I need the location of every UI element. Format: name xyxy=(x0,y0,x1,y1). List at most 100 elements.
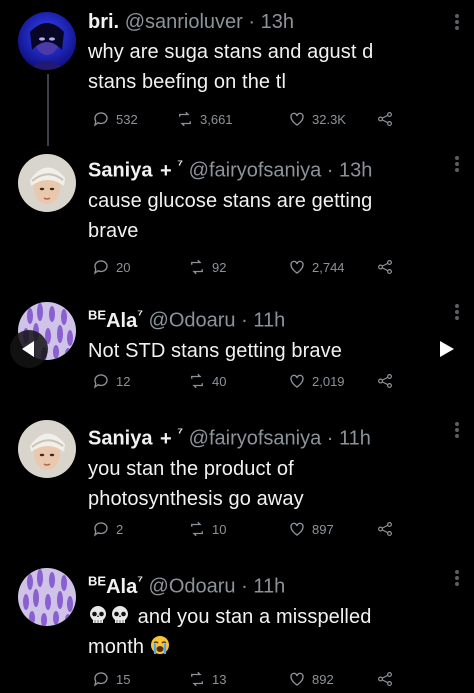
next-arrow-button[interactable] xyxy=(428,330,466,368)
reply-button[interactable]: 2 xyxy=(92,520,123,538)
reply-count: 15 xyxy=(116,671,131,687)
tweet-text-line-with-emoji: and you stan a misspelled xyxy=(88,602,446,632)
like-count: 2,744 xyxy=(312,259,345,275)
heart-icon xyxy=(290,260,304,274)
thread-connector xyxy=(47,74,49,146)
loudly-crying-emoji xyxy=(150,635,169,654)
tweet-header: Saniya + ⁷ @fairyofsaniya · 13h xyxy=(88,152,446,183)
tweet-text-line: Not STD stans getting brave xyxy=(88,339,342,362)
retweet-count: 40 xyxy=(212,373,227,389)
tweet-text-line: cause glucose stans are getting xyxy=(88,189,373,212)
user-handle[interactable]: @fairyofsaniya xyxy=(189,428,322,450)
retweet-button[interactable]: 10 xyxy=(188,520,226,538)
avatar-image xyxy=(18,568,76,626)
more-options-icon[interactable] xyxy=(454,14,460,34)
share-button[interactable] xyxy=(376,670,394,688)
separator: · xyxy=(326,159,334,182)
retweet-button[interactable]: 13 xyxy=(188,670,226,688)
more-options-icon[interactable] xyxy=(454,422,460,442)
share-icon xyxy=(378,260,392,274)
like-button[interactable]: 892 xyxy=(288,670,334,688)
name-prefix: BE xyxy=(88,573,107,588)
heart-icon xyxy=(290,522,304,536)
tweet-header: Saniya + ⁷ @fairyofsaniya · 11h xyxy=(88,420,446,451)
like-button[interactable]: 897 xyxy=(288,520,334,538)
display-name[interactable]: BEAla xyxy=(88,573,138,598)
retweet-button[interactable]: 3,661 xyxy=(176,110,233,128)
retweet-count: 13 xyxy=(212,671,227,687)
share-button[interactable] xyxy=(376,258,394,276)
more-options-icon[interactable] xyxy=(454,570,460,590)
user-handle[interactable]: @fairyofsaniya xyxy=(189,160,322,182)
retweet-button[interactable]: 92 xyxy=(188,258,226,276)
tweet-actions: 2 10 897 xyxy=(92,520,402,542)
share-button[interactable] xyxy=(376,110,394,128)
retweet-icon xyxy=(191,259,203,275)
user-handle[interactable]: @sanrioluver xyxy=(125,11,243,33)
tweet-text-line: you stan the product of xyxy=(88,457,294,480)
timestamp[interactable]: 11h xyxy=(253,576,285,598)
previous-arrow-button[interactable] xyxy=(10,330,48,368)
more-options-icon[interactable] xyxy=(454,156,460,176)
separator: · xyxy=(241,309,248,332)
reply-button[interactable]: 20 xyxy=(92,258,130,276)
retweet-count: 3,661 xyxy=(200,111,233,127)
user-handle[interactable]: @Odoaru xyxy=(149,310,236,332)
reply-count: 2 xyxy=(116,521,124,537)
tweet-text-line: month xyxy=(88,635,145,658)
name-superscript: ⁷ xyxy=(137,572,143,588)
avatar[interactable] xyxy=(18,568,76,626)
tweet-text: cause glucose stans are getting brave xyxy=(88,186,446,246)
tweet-text: why are suga stans and agust d stans bee… xyxy=(88,37,446,97)
timestamp[interactable]: 13h xyxy=(339,160,372,182)
display-name[interactable]: bri. xyxy=(88,11,119,33)
retweet-button[interactable]: 40 xyxy=(188,372,226,390)
retweet-icon xyxy=(179,111,191,127)
avatar-image xyxy=(18,420,76,478)
retweet-count: 92 xyxy=(212,259,227,275)
reply-button[interactable]: 532 xyxy=(92,110,138,128)
display-name[interactable]: Saniya xyxy=(88,428,152,450)
timestamp[interactable]: 11h xyxy=(253,310,285,332)
like-button[interactable]: 2,744 xyxy=(288,258,345,276)
share-icon xyxy=(378,112,392,126)
plus-badge: + xyxy=(160,159,172,182)
name-superscript: ⁷ xyxy=(137,306,143,322)
reply-count: 20 xyxy=(116,259,131,275)
like-button[interactable]: 2,019 xyxy=(288,372,345,390)
tweet-header: bri. @sanrioluver · 13h xyxy=(88,10,446,34)
plus-badge: + xyxy=(160,427,172,450)
tweet-actions: 12 40 2,019 xyxy=(92,372,402,394)
share-button[interactable] xyxy=(376,520,394,538)
reply-button[interactable]: 12 xyxy=(92,372,130,390)
like-count: 897 xyxy=(312,521,334,537)
like-count: 892 xyxy=(312,671,334,687)
more-options-icon[interactable] xyxy=(454,304,460,324)
display-name[interactable]: BEAla xyxy=(88,307,137,332)
like-button[interactable]: 32.3K xyxy=(288,110,346,128)
user-handle[interactable]: @Odoaru xyxy=(149,576,236,598)
tweet-header: BEAla⁷ @Odoaru · 11h xyxy=(88,302,446,333)
tweet-text-line: why are suga stans and agust d xyxy=(88,41,374,63)
tweet-thread: bri. @sanrioluver · 13h why are suga sta… xyxy=(0,0,474,693)
avatar[interactable] xyxy=(18,154,76,212)
avatar[interactable] xyxy=(18,12,76,70)
reply-button[interactable]: 15 xyxy=(92,670,130,688)
heart-icon xyxy=(290,672,304,686)
timestamp[interactable]: 11h xyxy=(339,428,371,450)
avatar[interactable] xyxy=(18,420,76,478)
reply-icon xyxy=(93,374,108,389)
tweet-text-line: stans beefing on the tl xyxy=(88,71,286,93)
avatar-image xyxy=(18,154,76,212)
display-name[interactable]: Saniya xyxy=(88,160,152,182)
display-name-text: Ala xyxy=(106,575,138,598)
reply-count: 12 xyxy=(116,373,131,389)
share-icon xyxy=(378,374,392,388)
share-button[interactable] xyxy=(376,372,394,390)
retweet-icon xyxy=(191,373,203,389)
tweet-text-line: brave xyxy=(88,219,139,242)
name-superscript: ⁷ xyxy=(177,424,184,440)
heart-icon xyxy=(290,374,304,388)
timestamp[interactable]: 13h xyxy=(261,11,294,33)
skull-emoji xyxy=(90,605,106,623)
